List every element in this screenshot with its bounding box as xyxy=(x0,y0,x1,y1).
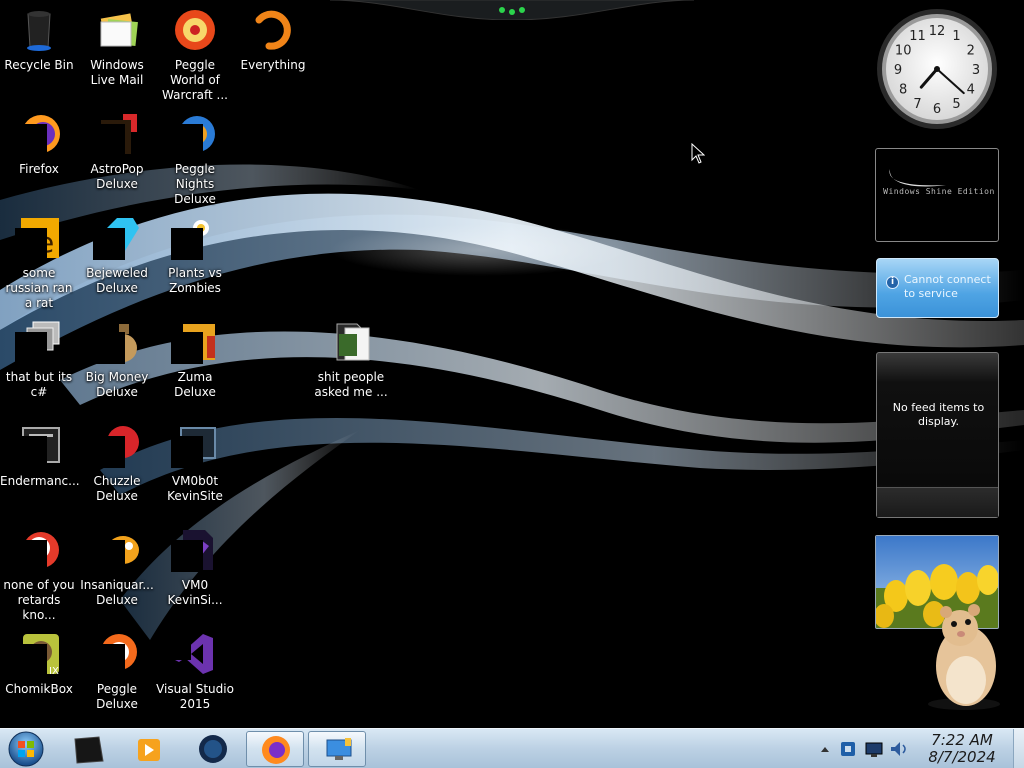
clock-number: 4 xyxy=(967,83,975,98)
remote-desktop-icon xyxy=(326,738,352,760)
service-message: Cannot connect to service xyxy=(904,273,991,300)
desktop-icon-firefox[interactable]: Firefox xyxy=(0,104,78,200)
svg-text:IX: IX xyxy=(49,666,59,677)
feed-message: No feed items to display. xyxy=(892,401,985,428)
desktop-icon-folder-asked-me[interactable]: shit people asked me ... xyxy=(312,312,390,408)
desktop-icon-plants-vs-zombies[interactable]: Plants vs Zombies xyxy=(156,208,234,304)
show-hidden-icons-icon[interactable] xyxy=(821,747,829,752)
peggle-icon xyxy=(171,6,219,54)
taskbar-app-1[interactable] xyxy=(60,731,118,767)
taskbar-firefox[interactable] xyxy=(246,731,304,767)
document-icon xyxy=(171,526,219,574)
game-icon xyxy=(93,422,141,470)
mouse-cursor xyxy=(691,143,705,164)
windows-orb-icon xyxy=(8,731,44,767)
globe-icon xyxy=(199,735,227,763)
vm-icon xyxy=(171,422,219,470)
clock-number: 2 xyxy=(967,44,975,59)
clock-number: 5 xyxy=(952,97,960,112)
desktop-icon-everything[interactable]: Everything xyxy=(234,0,312,96)
taskbar: 7:22 AM 8/7/2024 xyxy=(0,728,1024,768)
game-icon xyxy=(171,318,219,366)
desktop-icon-peggle-wow[interactable]: Peggle World of Warcraft ... xyxy=(156,0,234,102)
desktop-icon-zuma[interactable]: Zuma Deluxe xyxy=(156,312,234,408)
app-icon: e xyxy=(15,214,63,262)
desktop-icon-chuzzle[interactable]: Chuzzle Deluxe xyxy=(78,416,156,512)
clock-gadget[interactable]: 12 1 2 3 4 5 6 7 8 9 10 11 xyxy=(876,8,998,130)
clock-number: 8 xyxy=(899,83,907,98)
logo-text: Windows Shine Edition xyxy=(883,187,995,196)
desktop-icon-insaniquarium[interactable]: Insaniquar... Deluxe xyxy=(78,520,156,616)
peggle-icon xyxy=(171,110,219,158)
desktop-icon-chomikbox[interactable]: IX ChomikBox xyxy=(0,624,78,720)
desktop-icon-none-of-you[interactable]: none of you retards kno... xyxy=(0,520,78,622)
show-desktop-button[interactable] xyxy=(1013,729,1024,768)
console-icon xyxy=(15,422,63,470)
visual-studio-icon xyxy=(171,630,219,678)
peggle-icon xyxy=(15,526,63,574)
hamster-icon: IX xyxy=(15,630,63,678)
media-player-icon xyxy=(138,739,160,761)
taskbar-time: 7:22 AM xyxy=(931,731,993,749)
hamster-sticker xyxy=(928,604,1000,710)
start-button[interactable] xyxy=(6,730,46,768)
recycle-bin-icon xyxy=(15,6,63,54)
clock-number: 7 xyxy=(913,97,921,112)
desktop-icon-windows-live-mail[interactable]: Windows Live Mail xyxy=(78,0,156,96)
clock-number: 1 xyxy=(952,29,960,44)
desktop-icon-big-money[interactable]: Big Money Deluxe xyxy=(78,312,156,408)
taskbar-media-player[interactable] xyxy=(120,731,178,767)
firefox-icon xyxy=(15,110,63,158)
windows-shine-logo-gadget[interactable]: Windows Shine Edition xyxy=(875,148,999,242)
clock-number: 6 xyxy=(933,102,941,117)
analog-clock: 12 12 3 45678 9 1011 xyxy=(877,9,997,129)
terminal-icon xyxy=(74,736,104,764)
clock-number: 3 xyxy=(972,63,980,78)
everything-icon xyxy=(249,6,297,54)
system-tray xyxy=(815,737,915,761)
windows-icon xyxy=(15,318,63,366)
desktop-icon-peggle-nights[interactable]: Peggle Nights Deluxe xyxy=(156,104,234,206)
vmware-tools-icon[interactable] xyxy=(841,742,855,756)
clock-number: 11 xyxy=(909,29,926,44)
top-notch xyxy=(330,0,694,20)
desktop-icon-that-but-its-csharp[interactable]: that but its c# xyxy=(0,312,78,408)
fish-icon xyxy=(93,526,141,574)
desktop-icon-bejeweled[interactable]: Bejeweled Deluxe xyxy=(78,208,156,304)
desktop-icon-vm0-kevinsite[interactable]: VM0 KevinSi... xyxy=(156,520,234,616)
desktop: Recycle Bin Firefox e some russian ran a… xyxy=(0,0,1024,728)
folder-icon xyxy=(327,318,375,366)
taskbar-remote-desktop[interactable] xyxy=(308,731,366,767)
firefox-icon xyxy=(262,736,290,764)
desktop-icon-vm0b0t-kevinsite[interactable]: VM0b0t KevinSite xyxy=(156,416,234,512)
desktop-icon-peggle-deluxe[interactable]: Peggle Deluxe xyxy=(78,624,156,720)
gem-icon xyxy=(93,214,141,262)
desktop-icon-astropop[interactable]: AstroPop Deluxe xyxy=(78,104,156,200)
desktop-icon-russian-rat[interactable]: e some russian ran a rat xyxy=(0,208,78,310)
taskbar-date: 8/7/2024 xyxy=(928,748,996,766)
weather-gadget[interactable]: i Cannot connect to service xyxy=(876,258,999,318)
game-icon xyxy=(93,110,141,158)
clock-number: 12 xyxy=(929,24,946,39)
feed-headlines-gadget[interactable]: No feed items to display. xyxy=(876,352,999,518)
desktop-icon-recycle-bin[interactable]: Recycle Bin xyxy=(0,0,78,96)
clock-number: 10 xyxy=(895,44,912,59)
flower-icon xyxy=(171,214,219,262)
money-bag-icon xyxy=(93,318,141,366)
info-icon: i xyxy=(886,276,899,289)
network-icon[interactable] xyxy=(865,742,883,757)
peggle-icon xyxy=(93,630,141,678)
feed-footer-bar xyxy=(877,487,998,517)
volume-icon[interactable] xyxy=(891,742,906,756)
clock-number: 9 xyxy=(894,63,902,78)
taskbar-clock[interactable]: 7:22 AM 8/7/2024 xyxy=(916,732,1008,766)
desktop-icon-visual-studio-2015[interactable]: Visual Studio 2015 xyxy=(156,624,234,720)
desktop-icon-endermanch[interactable]: Endermanc... xyxy=(0,416,80,512)
mail-icon xyxy=(93,6,141,54)
taskbar-globe[interactable] xyxy=(184,731,242,767)
